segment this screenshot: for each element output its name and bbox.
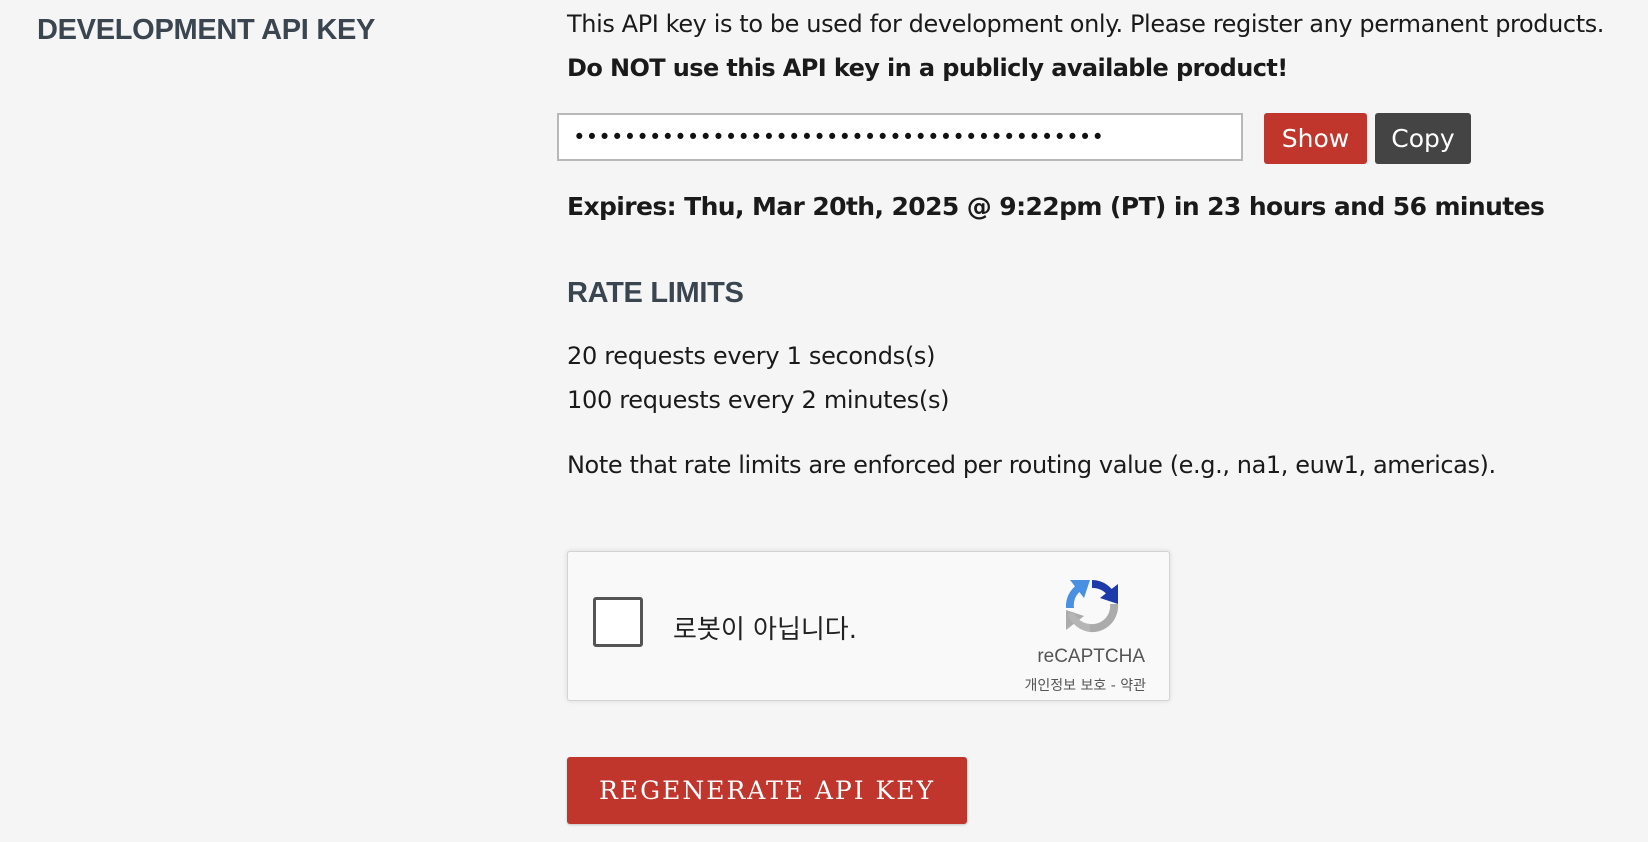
section-title: DEVELOPMENT API KEY [37,14,376,46]
rate-limit-note: Note that rate limits are enforced per r… [567,451,1496,479]
api-key-field[interactable] [557,113,1243,161]
rate-limit-line: 20 requests every 1 seconds(s) [567,342,936,370]
copy-key-button[interactable]: Copy [1375,113,1471,164]
recaptcha-label: 로봇이 아닙니다. [673,615,857,645]
recaptcha-brand: reCAPTCHA [1037,646,1145,667]
api-key-description: This API key is to be used for developme… [567,10,1605,38]
key-expiry-text: Expires: Thu, Mar 20th, 2025 @ 9:22pm (P… [567,192,1545,221]
recaptcha-privacy-link[interactable]: 개인정보 보호 [1025,678,1107,694]
rate-limits-title: RATE LIMITS [567,277,744,309]
recaptcha-checkbox[interactable] [593,597,643,647]
rate-limit-line: 100 requests every 2 minutes(s) [567,386,950,414]
recaptcha-links: 개인정보 보호 - 약관 [1025,675,1146,695]
regenerate-api-key-button[interactable]: REGENERATE API KEY [567,757,967,824]
recaptcha-terms-link[interactable]: 약관 [1120,678,1146,694]
recaptcha-widget: 로봇이 아닙니다. reCAPTCHA 개인정보 보호 - 약관 [567,551,1170,701]
api-key-warning: Do NOT use this API key in a publicly av… [567,54,1288,82]
recaptcha-logo-icon [1065,580,1119,633]
recaptcha-link-separator: - [1106,678,1121,694]
show-key-button[interactable]: Show [1264,113,1367,164]
